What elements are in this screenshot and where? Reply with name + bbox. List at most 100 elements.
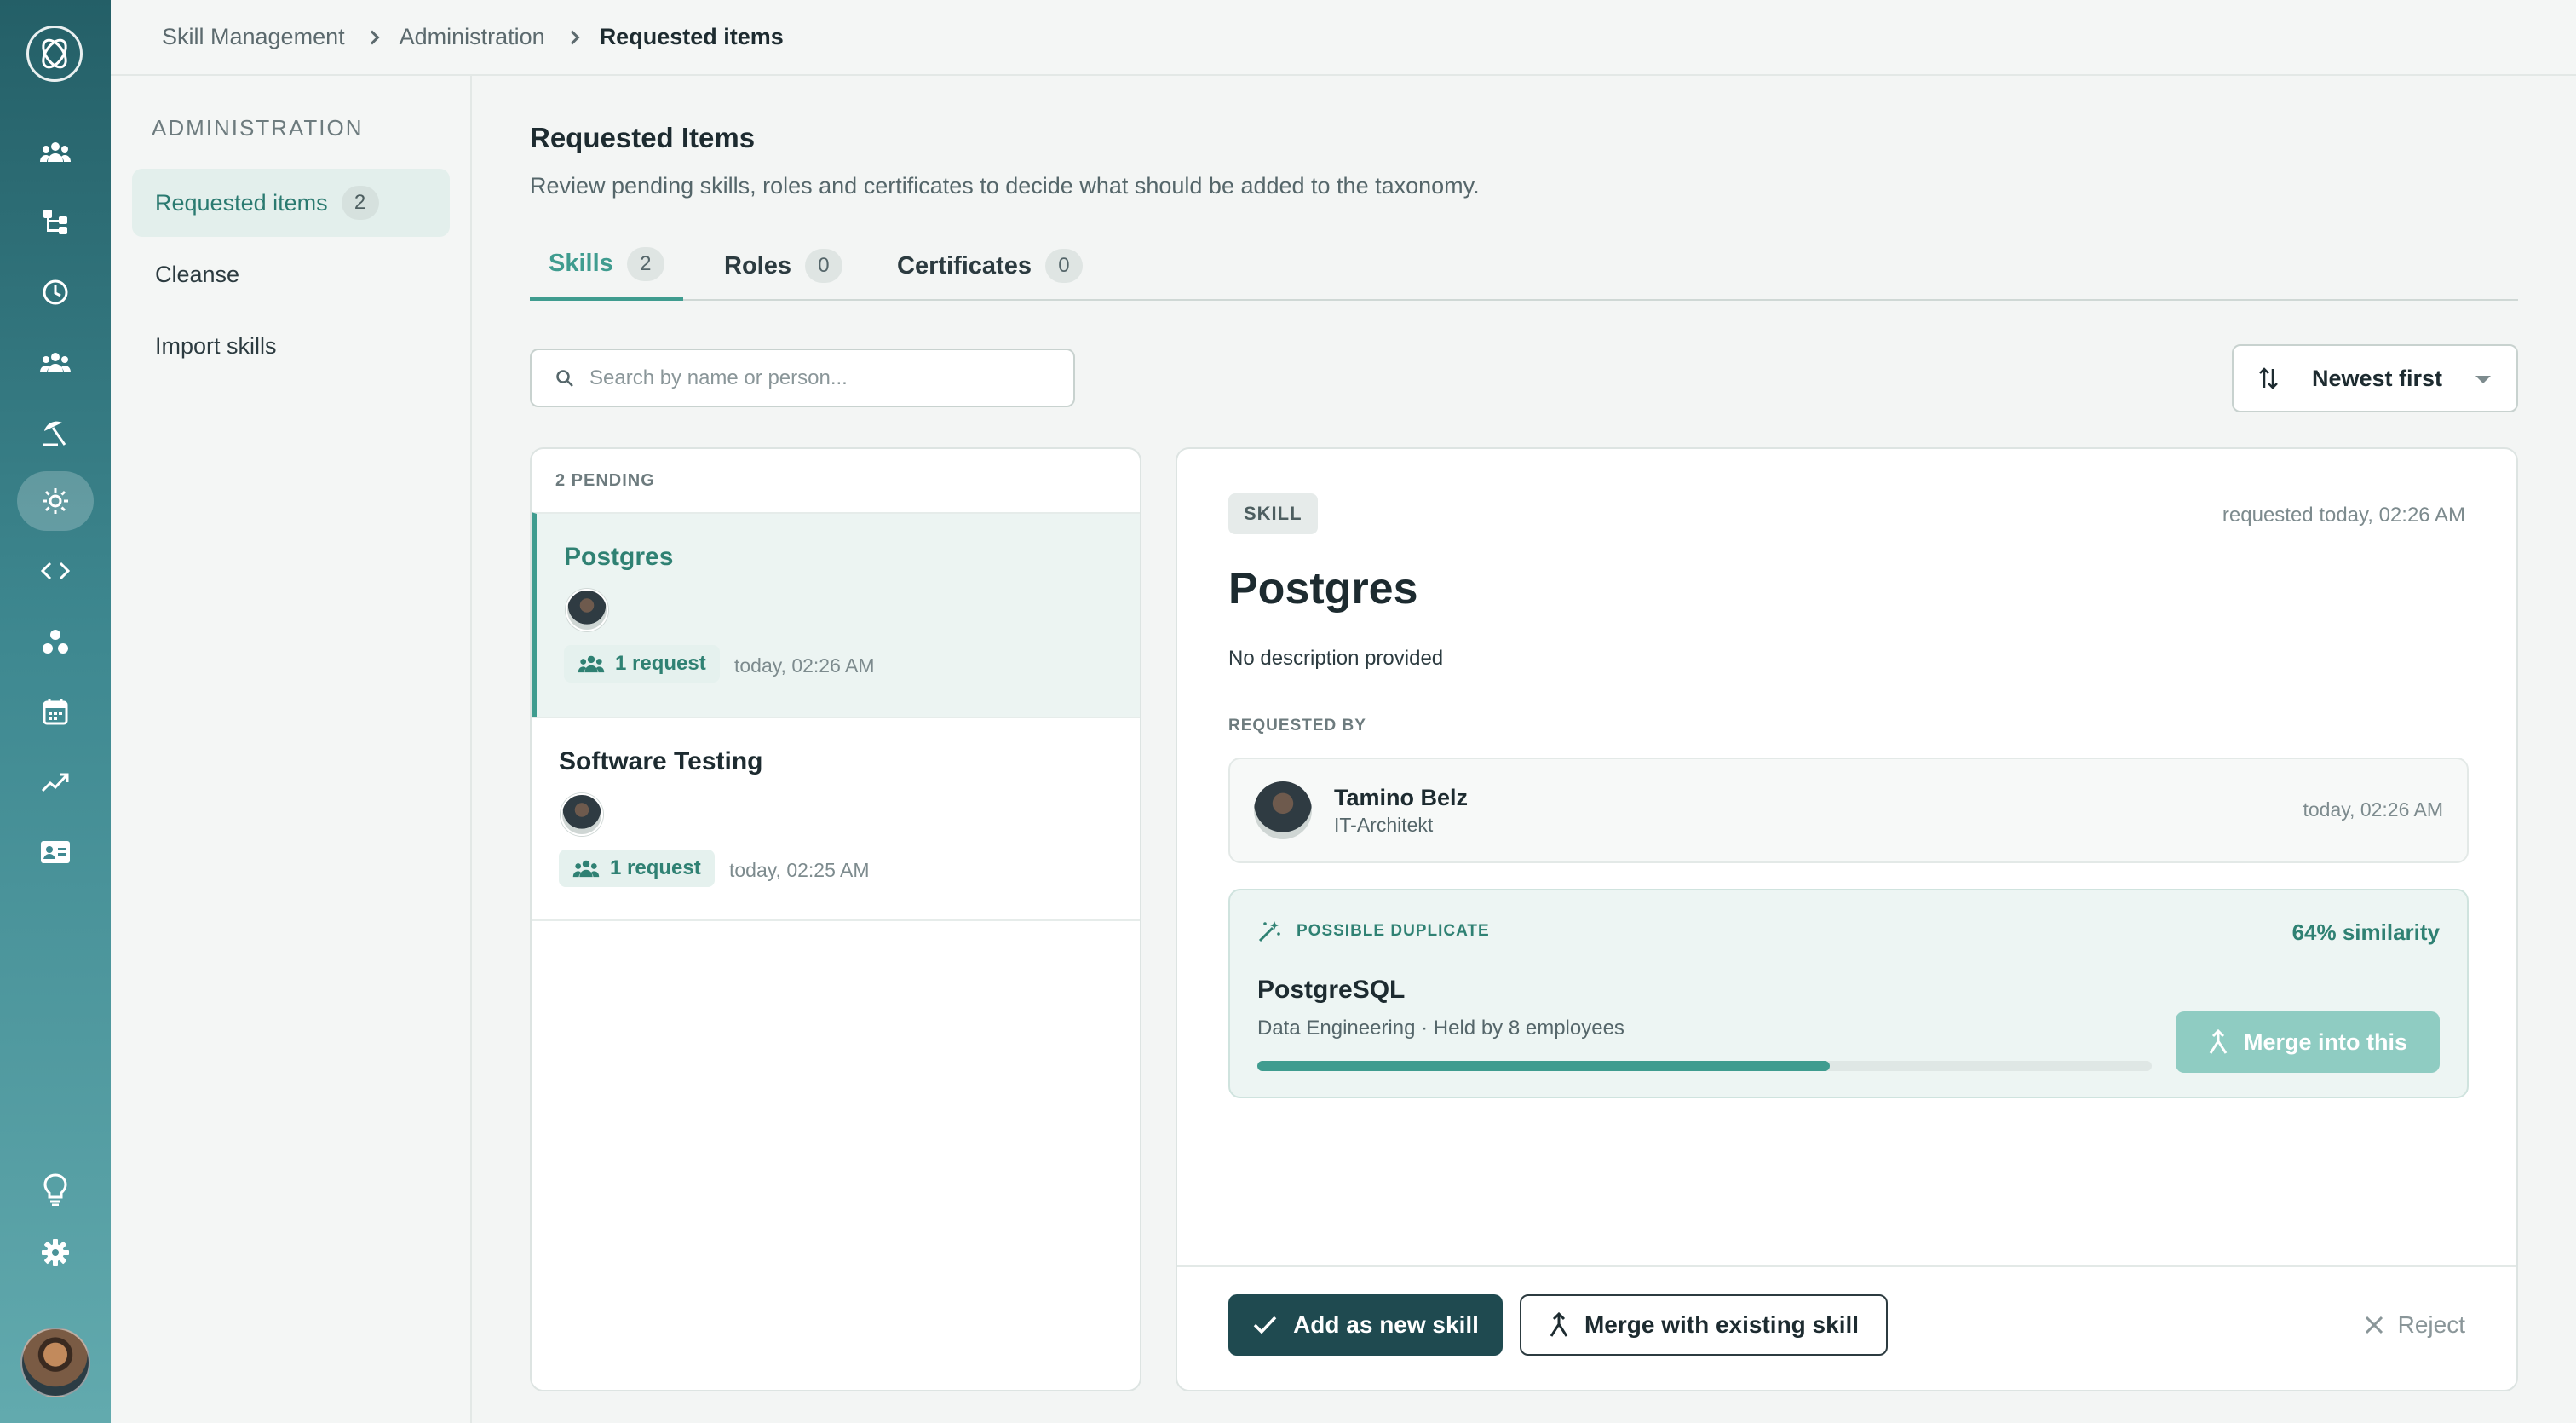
people-icon — [578, 655, 605, 673]
merge-into-this-button[interactable]: Merge into this — [2176, 1011, 2440, 1073]
merge-with-existing-skill-label: Merge with existing skill — [1584, 1311, 1860, 1338]
duplicate-label-text: POSSIBLE DUPLICATE — [1297, 922, 1490, 940]
detail-panel: SKILL requested today, 02:26 AM Postgres… — [1176, 447, 2518, 1391]
action-footer: Add as new skill Merge with existing ski… — [1177, 1265, 2516, 1391]
count-badge: 0 — [804, 249, 842, 283]
count-badge: 0 — [1044, 249, 1083, 283]
requested-at: requested today, 02:26 AM — [2222, 504, 2465, 527]
reject-label: Reject — [2397, 1311, 2465, 1338]
tab-label: Skills — [549, 250, 613, 277]
sidebar-item-import-skills[interactable]: Import skills — [132, 312, 450, 380]
requester-name: Tamino Belz — [1334, 785, 1469, 810]
search-icon — [556, 369, 573, 387]
add-as-new-skill-label: Add as new skill — [1293, 1311, 1479, 1338]
merge-icon — [1550, 1312, 1568, 1337]
breadcrumb-skill-management[interactable]: Skill Management — [162, 24, 345, 50]
list-item-name: Postgres — [564, 543, 674, 571]
main-content: Requested Items Review pending skills, r… — [472, 76, 2576, 1423]
requested-by-label: REQUESTED BY — [1228, 717, 1366, 735]
add-as-new-skill-button[interactable]: Add as new skill — [1228, 1294, 1503, 1356]
pending-count: 2 PENDING — [555, 471, 655, 490]
sort-icon — [2259, 367, 2278, 389]
list-item[interactable]: Postgres 1 request today, 02:26 AM — [532, 512, 1140, 717]
people-icon — [572, 860, 600, 878]
requester-role: IT-Architekt — [1334, 814, 1434, 836]
chevron-right-icon — [365, 30, 380, 44]
org-chart-icon[interactable] — [17, 192, 94, 251]
sidebar-item-label: Import skills — [155, 332, 277, 359]
sort-label: Newest first — [2312, 365, 2443, 391]
page-title: Requested Items — [530, 122, 756, 153]
possible-duplicate-card: POSSIBLE DUPLICATE 64% similarity Postgr… — [1228, 889, 2469, 1098]
people-icon[interactable] — [17, 122, 94, 181]
breadcrumb: Skill Management Administration Requeste… — [111, 0, 2576, 76]
search-box — [530, 349, 1075, 407]
sidebar-item-requested-items[interactable]: Requested items 2 — [132, 169, 450, 237]
count-badge: 2 — [626, 246, 664, 281]
request-count-badge: 1 request — [564, 645, 720, 683]
search-input[interactable] — [589, 366, 1067, 390]
team-icon[interactable] — [17, 332, 94, 392]
duplicate-meta: Data Engineering · Held by 8 employees — [1257, 1017, 1624, 1040]
request-count: 1 request — [610, 856, 701, 879]
tab-certificates[interactable]: Certificates 0 — [897, 231, 1083, 301]
close-icon — [2365, 1316, 2383, 1334]
breadcrumb-administration[interactable]: Administration — [400, 24, 545, 50]
magic-wand-icon — [1258, 921, 1280, 942]
request-count: 1 request — [615, 652, 706, 675]
sidebar-item-cleanse[interactable]: Cleanse — [132, 240, 450, 308]
merge-into-this-label: Merge into this — [2243, 1028, 2407, 1055]
page-subtitle: Review pending skills, roles and certifi… — [530, 173, 1480, 199]
requests-list: 2 PENDING Postgres 1 request today, 02:2… — [530, 447, 1141, 1391]
requester-time: today, 02:26 AM — [2303, 798, 2443, 821]
request-count-badge: 1 request — [559, 850, 715, 887]
sun-icon[interactable] — [17, 471, 94, 531]
id-card-icon[interactable] — [17, 822, 94, 882]
tab-skills[interactable]: Skills 2 — [530, 231, 683, 301]
sort-dropdown[interactable]: Newest first — [2232, 344, 2518, 412]
chevron-right-icon — [565, 30, 580, 44]
duplicate-name: PostgreSQL — [1257, 976, 1406, 1004]
lightbulb-icon[interactable] — [17, 1160, 94, 1219]
admin-sidebar: ADMINISTRATION Requested items 2 Cleanse… — [111, 76, 472, 1423]
tab-label: Certificates — [897, 251, 1032, 279]
list-item-name: Software Testing — [559, 747, 763, 775]
requester-avatar — [1254, 781, 1312, 839]
gear-icon[interactable] — [17, 1223, 94, 1282]
item-name: Postgres — [1228, 564, 1418, 614]
count-badge: 2 — [341, 186, 379, 220]
tab-label: Roles — [724, 251, 791, 279]
sidebar-heading: ADMINISTRATION — [152, 115, 364, 141]
beach-icon[interactable] — [17, 402, 94, 462]
similarity-bar-fill — [1257, 1061, 1830, 1071]
requester-avatar — [566, 589, 608, 631]
nav-rail — [0, 0, 111, 1423]
check-icon — [1253, 1316, 1277, 1334]
list-item-time: today, 02:25 AM — [729, 859, 870, 881]
code-icon[interactable] — [17, 541, 94, 601]
chevron-down-icon — [2475, 376, 2491, 383]
tab-bar: Skills 2 Roles 0 Certificates 0 — [530, 231, 2518, 301]
merge-with-existing-skill-button[interactable]: Merge with existing skill — [1520, 1294, 1888, 1356]
list-item-time: today, 02:26 AM — [734, 654, 875, 677]
list-item[interactable]: Software Testing 1 request today, 02:25 … — [532, 717, 1140, 921]
similarity-bar — [1257, 1061, 2152, 1071]
calendar-icon[interactable] — [17, 682, 94, 741]
avatar[interactable] — [20, 1328, 90, 1397]
tab-roles[interactable]: Roles 0 — [724, 231, 842, 301]
similarity-score: 64% similarity — [2291, 919, 2440, 945]
requester-card: Tamino Belz IT-Architekt today, 02:26 AM — [1228, 758, 2469, 863]
clock-icon[interactable] — [17, 262, 94, 322]
type-tag: SKILL — [1228, 493, 1318, 534]
logo-icon[interactable] — [26, 26, 83, 82]
item-description: No description provided — [1228, 647, 1444, 670]
circles-icon[interactable] — [17, 612, 94, 671]
duplicate-label: POSSIBLE DUPLICATE — [1257, 919, 1490, 943]
requester-avatar — [561, 793, 603, 836]
sidebar-item-label: Cleanse — [155, 261, 240, 287]
reject-button[interactable]: Reject — [2364, 1294, 2465, 1356]
sidebar-item-label: Requested items — [155, 189, 328, 216]
merge-icon — [2209, 1029, 2228, 1054]
breadcrumb-requested-items: Requested items — [599, 24, 784, 49]
trend-icon[interactable] — [17, 752, 94, 812]
